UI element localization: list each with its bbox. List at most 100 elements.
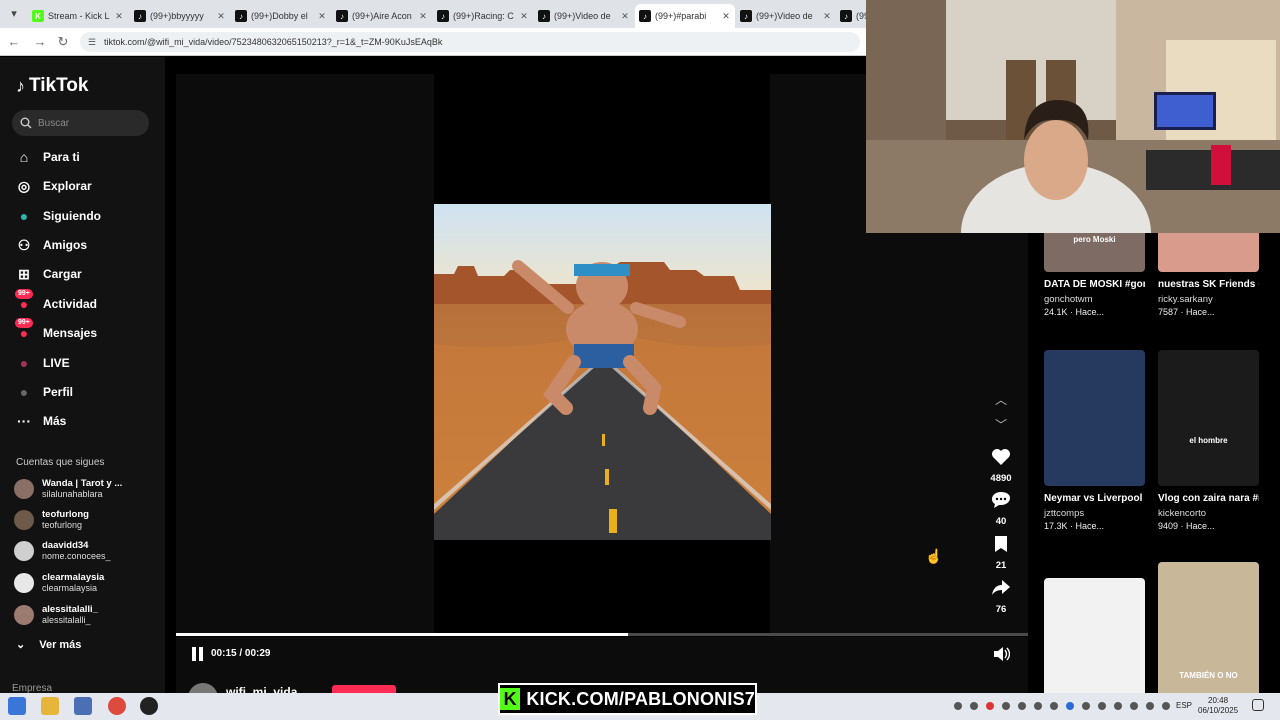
tray-app-icon[interactable] [1050, 702, 1058, 710]
browser-tab[interactable]: ♪ (99+)Aire Acon ✕ [332, 4, 432, 28]
browser-tab[interactable]: ♪ (99+)Video de ✕ [736, 4, 836, 28]
obs-icon[interactable] [140, 697, 158, 715]
tray-app-icon[interactable] [1146, 702, 1154, 710]
search-box[interactable] [12, 110, 149, 136]
tray-app-icon[interactable] [1034, 702, 1042, 710]
search-input[interactable] [38, 117, 133, 129]
tray-app-icon[interactable] [1098, 702, 1106, 710]
logo-text: TikTok [29, 75, 89, 96]
tray-record-icon[interactable] [986, 702, 994, 710]
sidebar-item-home[interactable]: ⌂ Para ti [14, 146, 80, 168]
volume-icon[interactable] [992, 646, 1010, 662]
close-tab-icon[interactable]: ✕ [114, 11, 124, 22]
tray-volume-icon[interactable] [954, 702, 962, 710]
chrome-icon[interactable] [108, 697, 126, 715]
sidebar-item-label: Más [43, 414, 67, 428]
sidebar-item-friends[interactable]: ⚇ Amigos [14, 234, 87, 256]
followed-account[interactable]: teofurlong teofurlong [14, 506, 89, 534]
tiktok-logo[interactable]: ♪ TikTok [16, 75, 88, 97]
stream-url-text: KICK.COM/PABLONONIS7 [526, 688, 755, 709]
like-button[interactable]: 4890 [986, 448, 1016, 484]
tray-app-icon[interactable] [1002, 702, 1010, 710]
video-thumbnail[interactable] [1044, 350, 1145, 486]
notifications-icon[interactable] [1252, 699, 1264, 711]
followed-account[interactable]: daavidd34 nome.conocees_ [14, 537, 111, 565]
clock-date: 06/10/2025 [1198, 706, 1239, 715]
tray-app-icon[interactable] [1082, 702, 1090, 710]
related-stats: 9409 · Hace... [1158, 521, 1215, 531]
windows-start-icon[interactable] [8, 697, 26, 715]
close-tab-icon[interactable]: ✕ [317, 11, 327, 22]
related-title: Vlog con zaira nara #mernuel #bauleti... [1158, 493, 1259, 504]
save-button[interactable]: 21 [986, 535, 1016, 571]
close-tab-icon[interactable]: ✕ [620, 11, 630, 22]
like-count: 4890 [990, 473, 1012, 484]
address-bar[interactable]: ☰ tiktok.com/@wifi_mi_vida/video/7523480… [80, 32, 860, 52]
video-progress-bar[interactable] [176, 633, 1028, 636]
save-count: 21 [995, 560, 1007, 571]
related-video-card[interactable]: el hombre Vlog con zaira nara #mernuel #b… [1158, 350, 1259, 531]
sidebar-item-label: Amigos [43, 238, 88, 252]
input-language[interactable]: ESP [1176, 701, 1192, 710]
comment-button[interactable]: 40 [986, 491, 1016, 527]
close-tab-icon[interactable]: ✕ [519, 11, 529, 22]
sidebar-item-label: Siguiendo [43, 209, 101, 223]
share-button[interactable]: 76 [986, 579, 1016, 615]
close-tab-icon[interactable]: ✕ [216, 11, 226, 22]
app-icon[interactable] [74, 697, 92, 715]
close-tab-icon[interactable]: ✕ [418, 11, 428, 22]
browser-tab[interactable]: ♪ (99+)bbyyyyy ✕ [130, 4, 230, 28]
tray-app-icon[interactable] [1114, 702, 1122, 710]
video-thumbnail[interactable]: TAMBIÉN O NO [1158, 562, 1259, 698]
followed-account[interactable]: alessitalalli_ alessitalalli_ [14, 601, 98, 629]
close-tab-icon[interactable]: ✕ [721, 11, 731, 22]
chevron-up-icon[interactable]: ︿ [994, 393, 1008, 407]
sidebar-item-profile[interactable]: ● Perfil [14, 381, 73, 403]
tray-app-icon[interactable] [1018, 702, 1026, 710]
followed-account[interactable]: Wanda | Tarot y ... silalunahablara [14, 475, 122, 503]
file-explorer-icon[interactable] [41, 697, 59, 715]
site-info-icon[interactable]: ☰ [88, 32, 96, 52]
video-thumbnail[interactable]: el hombre [1158, 350, 1259, 486]
browser-tab[interactable]: ♪ (99+)Racing: C ✕ [433, 4, 533, 28]
reload-icon[interactable]: ↻ [55, 34, 71, 50]
system-clock[interactable]: 20:48 06/10/2025 [1198, 696, 1238, 716]
browser-tab[interactable]: K Stream - Kick L ✕ [28, 4, 128, 28]
browser-tab[interactable]: ♪ (99+)Video de ✕ [534, 4, 634, 28]
related-video-card[interactable]: TAMBIÉN O NO [1158, 562, 1259, 698]
followed-account[interactable]: clearmalaysia clearmalaysia [14, 569, 104, 597]
sidebar-item-upload[interactable]: ⊞ Cargar [14, 263, 82, 285]
back-icon[interactable]: ← [6, 34, 22, 49]
avatar [14, 573, 34, 593]
sidebar-item-following[interactable]: ● Siguiendo [14, 205, 101, 227]
see-more-button[interactable]: ⌄ Ver más [16, 638, 81, 652]
account-username: silalunahablara [42, 489, 103, 499]
wifi-icon[interactable] [1162, 702, 1170, 710]
pause-button[interactable] [192, 647, 204, 661]
related-video-card[interactable]: Neymar vs Liverpool - 2019 #neymar... jzt… [1044, 350, 1145, 531]
sidebar-item-messages[interactable]: ● 99+ Mensajes [14, 318, 97, 344]
author-avatar[interactable] [188, 683, 218, 693]
tab-label: (99+)Video de [554, 11, 611, 21]
tab-menu-icon[interactable]: ▾ [6, 6, 22, 22]
chevron-down-icon[interactable]: ﹀ [994, 418, 1008, 432]
thumbnail-caption: TAMBIÉN O NO [1179, 671, 1238, 680]
sidebar-item-compass[interactable]: ◎ Explorar [14, 175, 92, 197]
tray-steam-icon[interactable] [970, 702, 978, 710]
browser-tab[interactable]: ♪ (99+)Dobby el ✕ [231, 4, 331, 28]
sidebar-item-activity[interactable]: ● 99+ Actividad [14, 289, 97, 315]
browser-tab[interactable]: ♪(99✕ [836, 4, 866, 28]
tray-app-icon[interactable] [1130, 702, 1138, 710]
forward-icon[interactable]: → [32, 34, 48, 49]
sidebar-item-more[interactable]: ··· Más [14, 410, 66, 432]
video-frame[interactable] [434, 204, 771, 540]
sidebar-item-live[interactable]: ● LIVE [14, 352, 70, 374]
author-name[interactable]: wifi_mi_vida [226, 685, 297, 693]
bluetooth-icon[interactable] [1066, 702, 1074, 710]
browser-tab[interactable]: ♪ (99+)#parabi ✕ [635, 4, 735, 28]
tab-label: (99+)#parabi [655, 11, 707, 21]
live-icon: ● [19, 355, 29, 371]
close-tab-icon[interactable]: ✕ [822, 11, 832, 22]
tiktok-icon: ♪ [538, 10, 550, 22]
follow-button[interactable] [332, 685, 396, 693]
